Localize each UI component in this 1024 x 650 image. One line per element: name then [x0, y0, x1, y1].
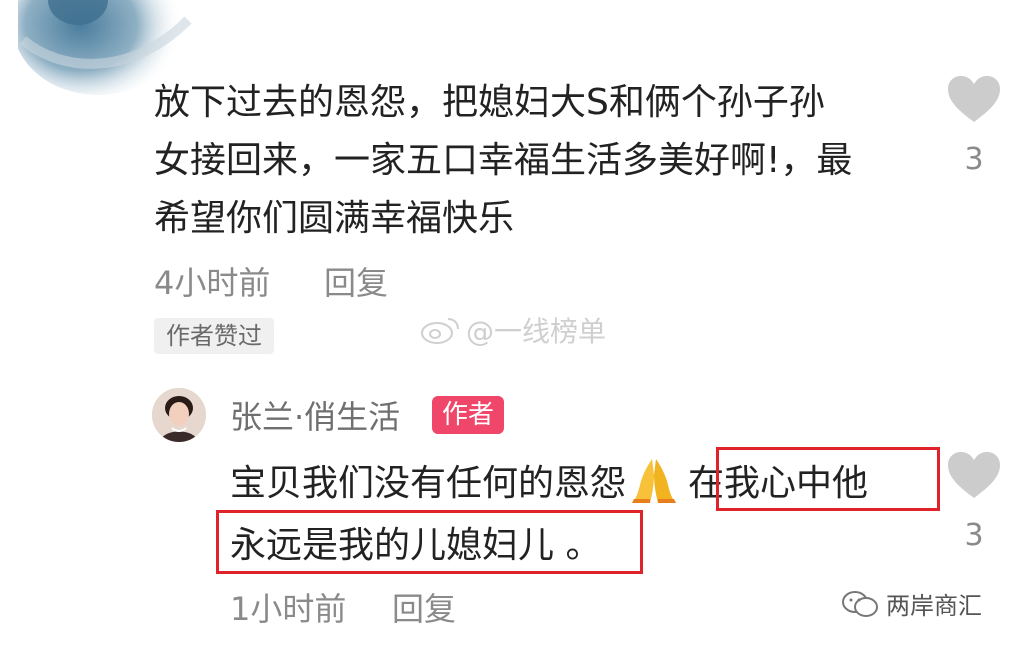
- footer-watermark-text: 两岸商汇: [886, 592, 982, 620]
- weibo-icon: [421, 318, 459, 344]
- wechat-watermark: 两岸商汇: [840, 586, 982, 621]
- highlight-box-1: [716, 447, 940, 511]
- comment-time: 4小时前: [154, 264, 271, 302]
- reply-username[interactable]: 张兰·俏生活: [230, 392, 400, 438]
- praying-hands-icon: [632, 459, 677, 503]
- heart-icon: [948, 76, 1000, 122]
- comment-text: 放下过去的恩怨，把媳妇大S和俩个孙子孙 女接回来，一家五口幸福生活多美好啊!，最…: [154, 82, 853, 239]
- weibo-watermark: @一线榜单: [420, 310, 606, 350]
- wechat-icon: [842, 590, 878, 617]
- comment-like-count: 3: [964, 142, 984, 177]
- heart-icon: [948, 452, 1000, 498]
- watermark-text: @一线榜单: [466, 315, 607, 348]
- reply-like-count: 3: [964, 518, 984, 553]
- comment-reply-button[interactable]: 回复: [324, 258, 388, 304]
- author-liked-badge: 作者赞过: [154, 318, 274, 354]
- reply-like-button[interactable]: 3: [944, 450, 1004, 553]
- author-badge: 作者: [432, 396, 505, 434]
- reply-text-part1: 宝贝我们没有任何的恩怨: [230, 463, 627, 504]
- reply-avatar[interactable]: [152, 388, 206, 442]
- highlight-box-2: [216, 510, 643, 574]
- reply-time: 1小时前: [230, 590, 347, 628]
- comment-like-button[interactable]: 3: [944, 74, 1004, 177]
- reply-reply-button[interactable]: 回复: [392, 584, 456, 630]
